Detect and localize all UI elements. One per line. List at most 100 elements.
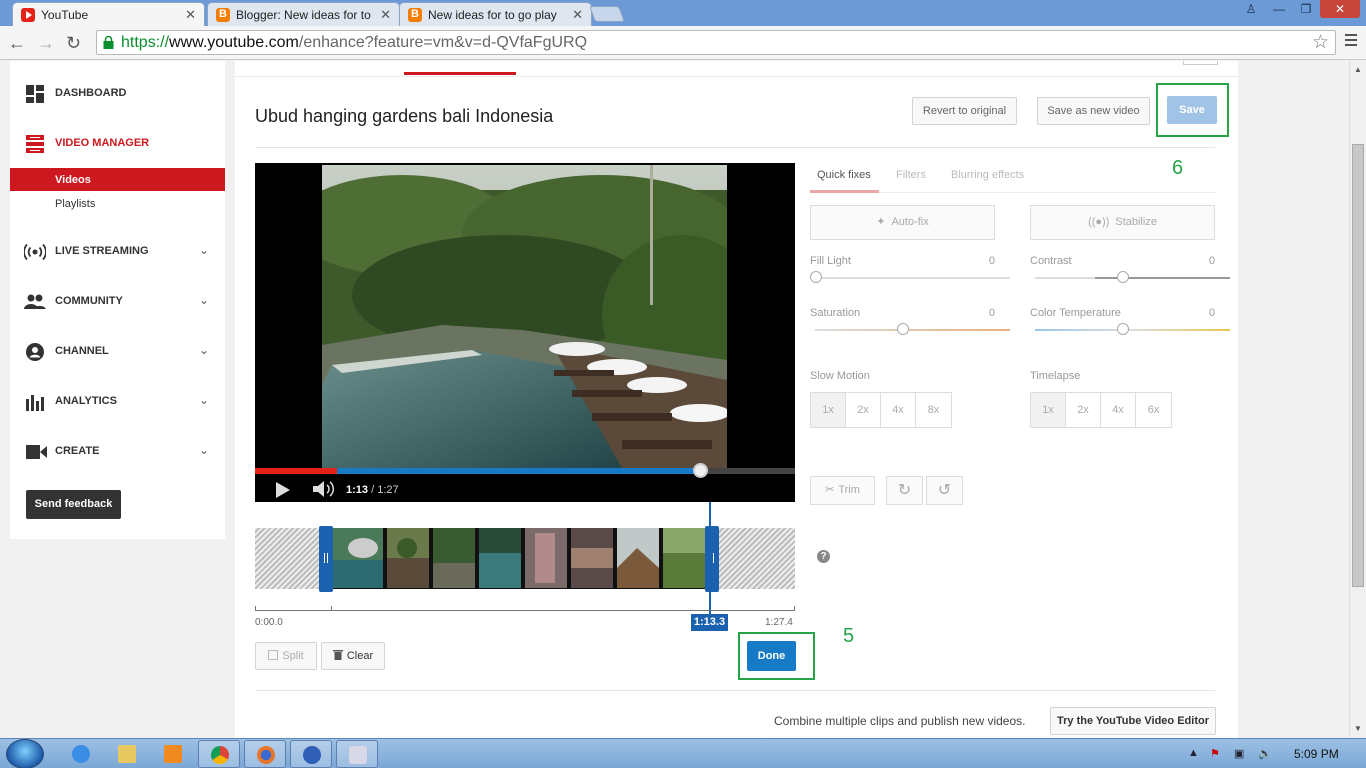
live-streaming-icon xyxy=(24,243,46,261)
close-icon[interactable]: ✕ xyxy=(572,7,583,23)
ie-taskbar-button[interactable] xyxy=(60,740,102,768)
sidebar-subitem-videos[interactable]: Videos xyxy=(10,168,225,191)
send-feedback-button[interactable]: Send feedback xyxy=(26,490,121,519)
chrome-taskbar-button[interactable] xyxy=(198,740,240,768)
create-icon xyxy=(26,445,47,459)
action-center-icon[interactable]: ⚑ xyxy=(1210,747,1220,760)
media-player-taskbar-button[interactable] xyxy=(152,740,194,768)
top-control[interactable] xyxy=(1183,61,1218,65)
close-icon[interactable]: ✕ xyxy=(380,7,391,23)
duration: 1:27 xyxy=(377,484,399,496)
tab-blurring-effects[interactable]: Blurring effects xyxy=(951,169,1024,181)
saturation-value: 0 xyxy=(988,307,995,319)
show-hidden-icons[interactable]: ▲ xyxy=(1188,747,1199,759)
clock[interactable]: 5:09 PM xyxy=(1294,747,1339,761)
timelapse-2x[interactable]: 2x xyxy=(1066,393,1101,427)
volume-tray-icon[interactable]: 🔈 xyxy=(1258,747,1272,760)
restore-icon[interactable]: ❐ xyxy=(1293,0,1319,18)
sidebar-item-create[interactable]: CREATE ⌄ xyxy=(10,436,225,466)
minimize-icon[interactable]: — xyxy=(1266,0,1292,18)
slow-motion-4x[interactable]: 4x xyxy=(881,393,916,427)
sidebar-item-analytics[interactable]: ANALYTICS ⌄ xyxy=(10,386,225,416)
rotate-left-icon: ↺ xyxy=(937,482,952,499)
sidebar-item-community[interactable]: COMMUNITY ⌄ xyxy=(10,286,225,316)
playhead[interactable] xyxy=(709,502,711,617)
reload-icon[interactable]: ↻ xyxy=(66,33,81,54)
tab-quick-fixes[interactable]: Quick fixes xyxy=(817,169,871,181)
rotate-right-button[interactable]: ↻ xyxy=(886,476,923,505)
paint-taskbar-button[interactable] xyxy=(336,740,378,768)
forward-icon[interactable]: → xyxy=(37,33,55,54)
help-icon[interactable]: ? xyxy=(817,550,830,563)
combine-clips-text: Combine multiple clips and publish new v… xyxy=(774,714,1026,728)
close-icon[interactable]: ✕ xyxy=(185,7,196,23)
slow-motion-2x[interactable]: 2x xyxy=(846,393,881,427)
tab-blogger-2[interactable]: New ideas for to go play ✕ xyxy=(399,2,592,26)
slow-motion-1x[interactable]: 1x xyxy=(811,393,846,427)
user-icon[interactable]: ♙ xyxy=(1238,0,1264,18)
close-window-icon[interactable]: ✕ xyxy=(1320,0,1360,18)
scroll-up-icon[interactable]: ▲ xyxy=(1354,65,1362,74)
timelapse-1x[interactable]: 1x xyxy=(1031,393,1066,427)
app-taskbar-button[interactable] xyxy=(290,740,332,768)
chevron-down-icon: ⌄ xyxy=(198,443,209,457)
scroll-down-icon[interactable]: ▼ xyxy=(1354,724,1362,733)
timelapse-6x[interactable]: 6x xyxy=(1136,393,1171,427)
player-time: 1:13 / 1:27 xyxy=(346,484,399,496)
new-tab-button[interactable] xyxy=(589,6,625,22)
sidebar-item-label: CHANNEL xyxy=(55,345,109,357)
trash-icon xyxy=(332,650,343,660)
color-temperature-slider[interactable] xyxy=(1117,323,1129,335)
video-player[interactable]: 1:13 / 1:27 xyxy=(255,163,795,502)
split-button[interactable]: Split xyxy=(255,642,317,670)
back-icon[interactable]: ← xyxy=(8,33,26,54)
saturation-track xyxy=(815,329,1010,331)
fill-light-slider[interactable] xyxy=(810,271,822,283)
chrome-menu-icon[interactable] xyxy=(1345,34,1357,49)
tab-filters[interactable]: Filters xyxy=(896,169,926,181)
firefox-taskbar-button[interactable] xyxy=(244,740,286,768)
editor-panel: Ubud hanging gardens bali Indonesia Reve… xyxy=(235,61,1238,738)
sidebar-item-video-manager[interactable]: VIDEO MANAGER xyxy=(10,128,225,158)
scrollbar-thumb[interactable] xyxy=(1352,144,1364,587)
sidebar-item-live-streaming[interactable]: LIVE STREAMING ⌄ xyxy=(10,236,225,266)
explorer-taskbar-button[interactable] xyxy=(106,740,148,768)
progress-played xyxy=(337,468,701,474)
auto-fix-button[interactable]: ✦ Auto-fix xyxy=(810,205,995,240)
stabilize-button[interactable]: ((●)) Stabilize xyxy=(1030,205,1215,240)
timeline-ruler xyxy=(255,610,795,611)
tab-blogger-1[interactable]: Blogger: New ideas for to ✕ xyxy=(207,2,400,26)
rotate-left-button[interactable]: ↺ xyxy=(926,476,963,505)
network-icon[interactable]: ▣ xyxy=(1234,747,1244,760)
thumbnail xyxy=(617,528,659,588)
page-scrollbar[interactable]: ▲ ▼ xyxy=(1349,61,1366,738)
tab-youtube[interactable]: YouTube ✕ xyxy=(12,2,205,26)
sidebar-item-channel[interactable]: CHANNEL ⌄ xyxy=(10,336,225,366)
trim-end-time: 1:27.4 xyxy=(765,617,793,628)
contrast-slider[interactable] xyxy=(1117,271,1129,283)
start-button[interactable] xyxy=(6,739,44,768)
sidebar-item-label: DASHBOARD xyxy=(55,87,127,99)
address-bar[interactable]: https://www.youtube.com/enhance?feature=… xyxy=(96,30,1336,55)
contrast-label: Contrast xyxy=(1030,255,1072,267)
try-video-editor-button[interactable]: Try the YouTube Video Editor xyxy=(1050,707,1216,735)
revert-to-original-button[interactable]: Revert to original xyxy=(912,97,1017,125)
play-icon[interactable] xyxy=(276,482,290,498)
slow-motion-8x[interactable]: 8x xyxy=(916,393,951,427)
trim-end-handle[interactable] xyxy=(705,526,719,592)
rotate-right-icon: ↻ xyxy=(897,482,912,499)
progress-scrubber[interactable] xyxy=(693,463,708,478)
sidebar-subitem-playlists[interactable]: Playlists xyxy=(10,192,225,215)
saturation-slider[interactable] xyxy=(897,323,909,335)
clear-button[interactable]: Clear xyxy=(321,642,385,670)
save-as-new-video-button[interactable]: Save as new video xyxy=(1037,97,1150,125)
bookmark-star-icon[interactable]: ☆ xyxy=(1312,31,1329,54)
timelapse-4x[interactable]: 4x xyxy=(1101,393,1136,427)
trim-button[interactable]: ✂ Trim xyxy=(810,476,875,505)
volume-icon[interactable] xyxy=(313,480,335,498)
url-host: www.youtube.com xyxy=(169,34,299,51)
current-time: 1:13 xyxy=(346,484,369,496)
sidebar-item-dashboard[interactable]: DASHBOARD xyxy=(10,78,225,108)
playhead-time: 1:13.3 xyxy=(691,614,728,631)
trim-start-handle[interactable] xyxy=(319,526,333,592)
